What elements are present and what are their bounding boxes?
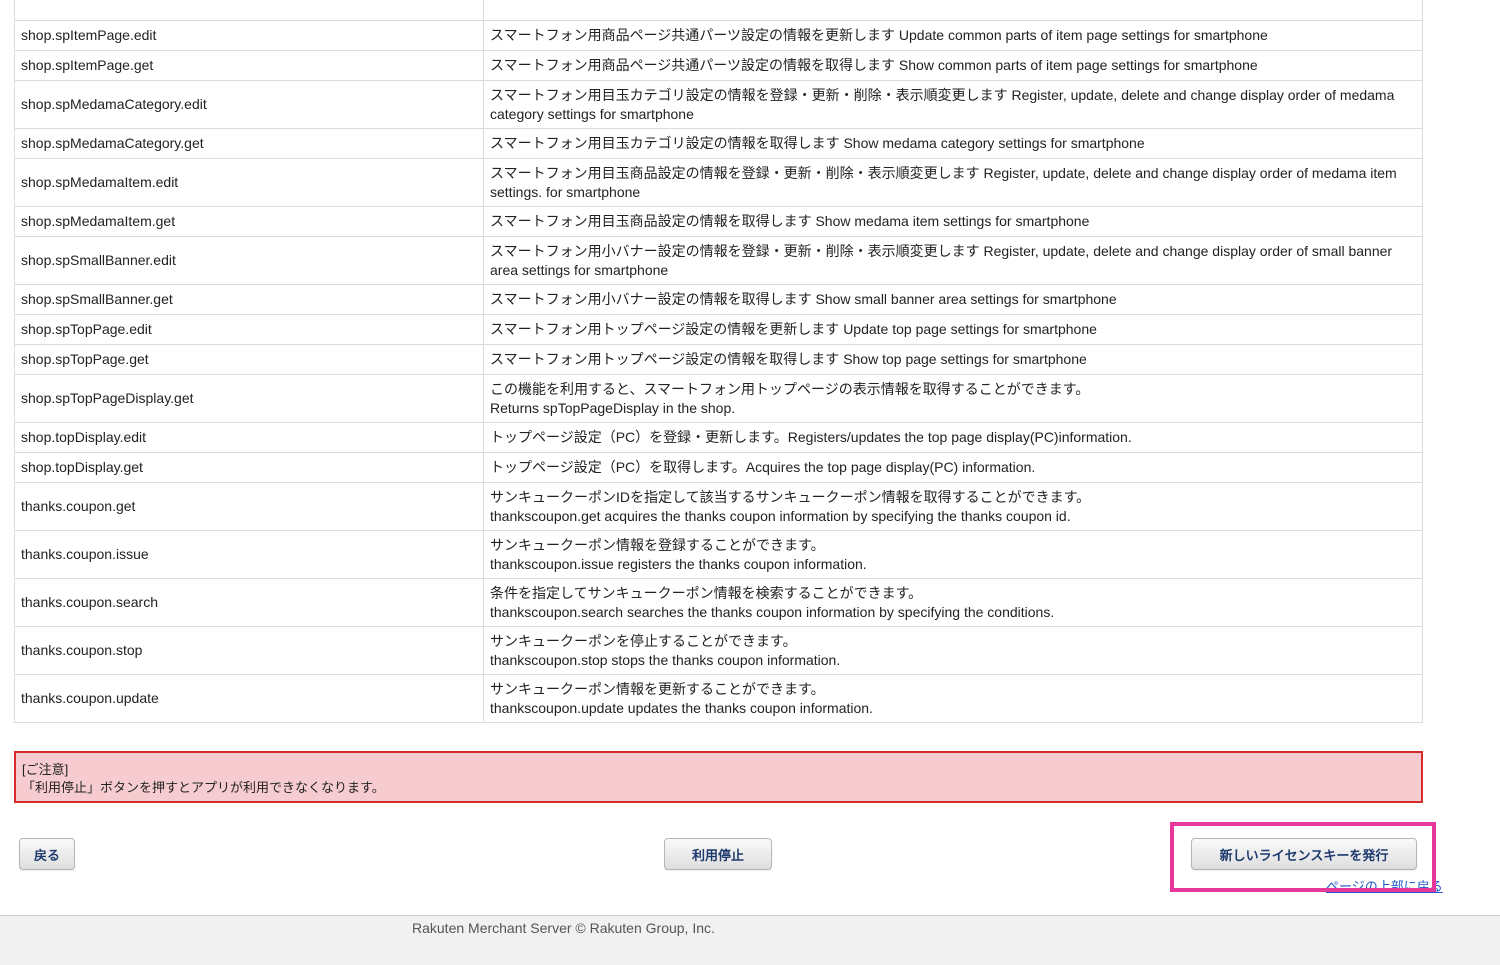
api-desc-line: thankscoupon.update updates the thanks c…: [490, 699, 873, 716]
table-row: shop.spItemPage.edit スマートフォン用商品ページ共通パーツ設定…: [14, 20, 1423, 51]
api-desc-line: category settings for smartphone: [490, 105, 694, 122]
api-desc-line: スマートフォン用小バナー設定の情報を取得します Show small banne…: [490, 291, 1117, 307]
api-desc-cell: トップページ設定（PC）を取得します。Acquires the top page…: [483, 452, 1423, 483]
api-name-cell: shop.topDisplay.get: [14, 452, 484, 483]
api-name-cell: shop.spMedamaItem.get: [14, 206, 484, 237]
api-name-cell: shop.spMedamaItem.edit: [14, 158, 484, 207]
api-desc-cell: 条件を指定してサンキュークーポン情報を検索することができます。 thankscou…: [483, 578, 1423, 627]
api-desc-cell: スマートフォン用トップページ設定の情報を取得します Show top page …: [483, 344, 1423, 375]
api-list-table-wrapper: shop.spItemPage.edit スマートフォン用商品ページ共通パーツ設定…: [14, 0, 1423, 723]
table-row: shop.spMedamaCategory.get スマートフォン用目玉カテゴリ設…: [14, 128, 1423, 159]
api-name-cell: shop.spMedamaCategory.get: [14, 128, 484, 159]
api-desc-line: thankscoupon.issue registers the thanks …: [490, 555, 867, 572]
table-row: shop.topDisplay.edit トップページ設定（PC）を登録・更新しま…: [14, 422, 1423, 453]
api-desc-line: スマートフォン用商品ページ共通パーツ設定の情報を取得します Show commo…: [490, 57, 1258, 73]
api-desc-cell: サンキュークーポン情報を登録することができます。 thankscoupon.iss…: [483, 530, 1423, 579]
api-desc-line: settings. for smartphone: [490, 183, 641, 200]
api-desc-cell: スマートフォン用商品ページ共通パーツ設定の情報を更新します Update com…: [483, 20, 1423, 51]
api-desc-line: トップページ設定（PC）を取得します。Acquires the top page…: [490, 459, 1036, 475]
table-row: shop.spTopPage.get スマートフォン用トップページ設定の情報を取得…: [14, 344, 1423, 375]
api-desc-line: この機能を利用すると、スマートフォン用トップページの表示情報を取得することができ…: [490, 380, 1090, 397]
table-row: shop.spTopPageDisplay.get この機能を利用すると、スマート…: [14, 374, 1423, 423]
table-row: thanks.coupon.search 条件を指定してサンキュークーポン情報を検…: [14, 578, 1423, 627]
table-row: shop.spSmallBanner.edit スマートフォン用小バナー設定の情報…: [14, 236, 1423, 285]
api-name-cell: shop.spTopPageDisplay.get: [14, 374, 484, 423]
api-desc-line: サンキュークーポンを停止することができます。: [490, 632, 797, 649]
api-desc-cell: スマートフォン用目玉カテゴリ設定の情報を登録・更新・削除・表示順変更します Re…: [483, 80, 1423, 129]
api-name-cell: thanks.coupon.stop: [14, 626, 484, 675]
api-name-cell: shop.spSmallBanner.get: [14, 284, 484, 315]
table-row: thanks.coupon.update サンキュークーポン情報を更新することがで…: [14, 674, 1423, 723]
api-desc-line: スマートフォン用目玉カテゴリ設定の情報を取得します Show medama ca…: [490, 135, 1145, 151]
api-desc-line: スマートフォン用目玉商品設定の情報を登録・更新・削除・表示順変更します Regi…: [490, 164, 1397, 181]
api-desc-line: thankscoupon.stop stops the thanks coupo…: [490, 651, 841, 668]
back-button[interactable]: 戻る: [19, 838, 75, 870]
api-desc-line: スマートフォン用小バナー設定の情報を登録・更新・削除・表示順変更します Regi…: [490, 242, 1393, 259]
api-desc-line: area settings for smartphone: [490, 261, 669, 278]
api-desc-cell: スマートフォン用小バナー設定の情報を取得します Show small banne…: [483, 284, 1423, 315]
table-row: shop.spMedamaItem.edit スマートフォン用目玉商品設定の情報を…: [14, 158, 1423, 207]
api-desc-line: スマートフォン用トップページ設定の情報を取得します Show top page …: [490, 351, 1087, 367]
api-name-cell: thanks.coupon.search: [14, 578, 484, 627]
table-row: shop.spItemPage.get スマートフォン用商品ページ共通パーツ設定の…: [14, 50, 1423, 81]
api-desc-line: サンキュークーポンIDを指定して該当するサンキュークーポン情報を取得することがで…: [490, 488, 1091, 505]
api-desc-cell: この機能を利用すると、スマートフォン用トップページの表示情報を取得することができ…: [483, 374, 1423, 423]
api-name-cell: thanks.coupon.update: [14, 674, 484, 723]
api-desc-cell: サンキュークーポンIDを指定して該当するサンキュークーポン情報を取得することがで…: [483, 482, 1423, 531]
api-desc-line: サンキュークーポン情報を登録することができます。: [490, 536, 825, 553]
table-row: [14, 0, 1423, 21]
api-desc-cell: スマートフォン用目玉商品設定の情報を取得します Show medama item…: [483, 206, 1423, 237]
stop-usage-button[interactable]: 利用停止: [664, 838, 772, 870]
table-row: shop.topDisplay.get トップページ設定（PC）を取得します。Ac…: [14, 452, 1423, 483]
api-name-cell: shop.spTopPage.get: [14, 344, 484, 375]
api-name-cell: thanks.coupon.get: [14, 482, 484, 531]
api-desc-line: Returns spTopPageDisplay in the shop.: [490, 399, 736, 416]
api-desc-line: thankscoupon.get acquires the thanks cou…: [490, 507, 1071, 524]
api-desc-cell: トップページ設定（PC）を登録・更新します。Registers/updates …: [483, 422, 1423, 453]
api-desc-line: スマートフォン用トップページ設定の情報を更新します Update top pag…: [490, 321, 1097, 337]
table-row: thanks.coupon.get サンキュークーポンIDを指定して該当するサンキ…: [14, 482, 1423, 531]
notice-title: [ご注意]: [22, 762, 69, 777]
issue-new-license-key-button[interactable]: 新しいライセンスキーを発行: [1191, 838, 1417, 870]
api-name-cell: shop.spItemPage.get: [14, 50, 484, 81]
table-row: shop.spSmallBanner.get スマートフォン用小バナー設定の情報を…: [14, 284, 1423, 315]
api-desc-line: スマートフォン用目玉商品設定の情報を取得します Show medama item…: [490, 213, 1090, 229]
back-to-top-link[interactable]: ページの上部に戻る: [1326, 876, 1443, 895]
api-desc-cell: [483, 0, 1423, 21]
api-list-table: shop.spItemPage.edit スマートフォン用商品ページ共通パーツ設定…: [14, 0, 1423, 723]
table-row: shop.spMedamaItem.get スマートフォン用目玉商品設定の情報を取…: [14, 206, 1423, 237]
api-desc-line: トップページ設定（PC）を登録・更新します。Registers/updates …: [490, 429, 1132, 445]
table-row: thanks.coupon.issue サンキュークーポン情報を登録することができ…: [14, 530, 1423, 579]
api-desc-cell: サンキュークーポン情報を更新することができます。 thankscoupon.upd…: [483, 674, 1423, 723]
api-desc-cell: サンキュークーポンを停止することができます。 thankscoupon.stop …: [483, 626, 1423, 675]
api-name-cell: shop.spSmallBanner.edit: [14, 236, 484, 285]
notice-message: 「利用停止」ボタンを押すとアプリが利用できなくなります。: [22, 780, 385, 795]
api-name-cell: [14, 0, 484, 21]
api-desc-cell: スマートフォン用目玉商品設定の情報を登録・更新・削除・表示順変更します Regi…: [483, 158, 1423, 207]
api-desc-line: スマートフォン用商品ページ共通パーツ設定の情報を更新します Update com…: [490, 27, 1268, 43]
api-desc-line: サンキュークーポン情報を更新することができます。: [490, 680, 825, 697]
api-desc-cell: スマートフォン用小バナー設定の情報を登録・更新・削除・表示順変更します Regi…: [483, 236, 1423, 285]
api-desc-cell: スマートフォン用商品ページ共通パーツ設定の情報を取得します Show commo…: [483, 50, 1423, 81]
page-footer: Rakuten Merchant Server © Rakuten Group,…: [0, 915, 1500, 965]
warning-notice: [ご注意] 「利用停止」ボタンを押すとアプリが利用できなくなります。: [14, 751, 1423, 803]
api-name-cell: shop.spMedamaCategory.edit: [14, 80, 484, 129]
api-name-cell: thanks.coupon.issue: [14, 530, 484, 579]
api-desc-line: 条件を指定してサンキュークーポン情報を検索することができます。: [490, 584, 923, 601]
table-row: shop.spTopPage.edit スマートフォン用トップページ設定の情報を更…: [14, 314, 1423, 345]
api-desc-line: スマートフォン用目玉カテゴリ設定の情報を登録・更新・削除・表示順変更します Re…: [490, 86, 1395, 103]
api-name-cell: shop.topDisplay.edit: [14, 422, 484, 453]
api-desc-cell: スマートフォン用目玉カテゴリ設定の情報を取得します Show medama ca…: [483, 128, 1423, 159]
footer-copyright: Rakuten Merchant Server © Rakuten Group,…: [412, 920, 715, 936]
api-desc-line: thankscoupon.search searches the thanks …: [490, 603, 1055, 620]
api-desc-cell: スマートフォン用トップページ設定の情報を更新します Update top pag…: [483, 314, 1423, 345]
table-row: shop.spMedamaCategory.edit スマートフォン用目玉カテゴリ…: [14, 80, 1423, 129]
api-name-cell: shop.spItemPage.edit: [14, 20, 484, 51]
api-list-body: shop.spItemPage.edit スマートフォン用商品ページ共通パーツ設定…: [14, 0, 1423, 723]
table-row: thanks.coupon.stop サンキュークーポンを停止することができます。…: [14, 626, 1423, 675]
api-name-cell: shop.spTopPage.edit: [14, 314, 484, 345]
